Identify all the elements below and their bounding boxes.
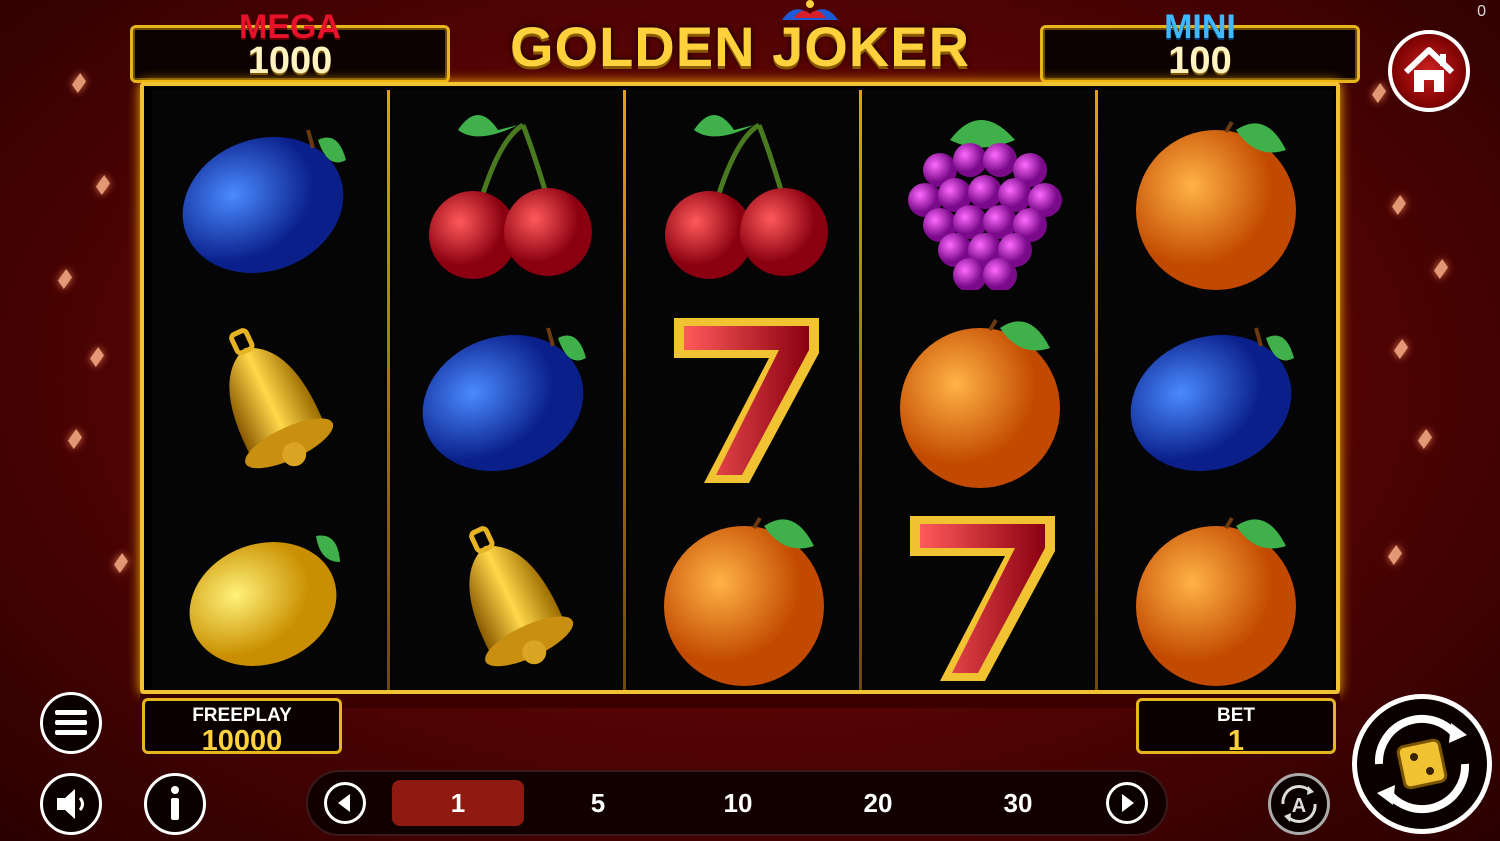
- bet-label: BET: [1217, 705, 1255, 726]
- home-button[interactable]: [1388, 30, 1470, 112]
- menu-button[interactable]: [40, 692, 102, 754]
- cherry-symbol-icon: [408, 100, 608, 290]
- grapes-symbol-icon: [880, 100, 1080, 292]
- spin-button[interactable]: [1352, 694, 1492, 834]
- reel-area: [140, 82, 1340, 694]
- orange-symbol-icon: [880, 298, 1080, 488]
- orange-symbol-icon: [1116, 100, 1316, 290]
- bet-option-5[interactable]: 5: [532, 780, 664, 826]
- mega-jackpot: MEGA 1000: [130, 10, 450, 83]
- sound-button[interactable]: [40, 773, 102, 835]
- sparkle-decoration: [68, 429, 82, 449]
- sparkle-decoration: [72, 73, 86, 93]
- mega-value: 1000: [247, 40, 333, 82]
- chevron-right-icon: [1122, 794, 1134, 812]
- mini-label: MINI: [1164, 8, 1236, 46]
- freeplay-label: FREEPLAY: [192, 705, 292, 726]
- sparkle-decoration: [58, 269, 72, 289]
- prev-bet-button[interactable]: [324, 782, 366, 824]
- sparkle-decoration: [1394, 339, 1408, 359]
- mega-label: MEGA: [239, 8, 341, 46]
- sparkle-decoration: [1392, 195, 1406, 215]
- sparkle-decoration: [1372, 83, 1386, 103]
- sparkle-decoration: [96, 175, 110, 195]
- mini-jackpot: MINI 100: [1040, 10, 1360, 83]
- bet-panel: BET 1: [1136, 698, 1336, 757]
- corner-counter: 0: [1477, 3, 1486, 20]
- bet-selector: 1 5 10 20 30: [306, 770, 1168, 836]
- mini-value: 100: [1168, 40, 1232, 82]
- autoplay-button[interactable]: A: [1268, 773, 1330, 835]
- reel-divider: [623, 90, 626, 690]
- next-bet-button[interactable]: [1106, 782, 1148, 824]
- seven-symbol-icon: [880, 496, 1080, 686]
- plum-symbol-icon: [1116, 298, 1316, 488]
- svg-text:A: A: [1292, 795, 1306, 817]
- reel-divider: [859, 90, 862, 690]
- spin-icon: [1374, 714, 1470, 814]
- reel-divider: [1095, 90, 1098, 690]
- chevron-left-icon: [338, 794, 350, 812]
- plum-symbol-icon: [408, 298, 608, 488]
- sparkle-decoration: [1388, 545, 1402, 565]
- sparkle-decoration: [1418, 429, 1432, 449]
- seven-symbol-icon: [644, 298, 844, 488]
- cherry-symbol-icon: [644, 100, 844, 290]
- reel-divider: [387, 90, 390, 690]
- sparkle-decoration: [90, 347, 104, 367]
- bell-symbol-icon: [408, 496, 608, 686]
- home-icon: [1403, 47, 1455, 92]
- bell-symbol-icon: [168, 298, 368, 488]
- autoplay-icon: A: [1281, 785, 1317, 823]
- bet-option-20[interactable]: 20: [812, 780, 944, 826]
- orange-symbol-icon: [644, 496, 844, 686]
- freeplay-panel: FREEPLAY 10000: [142, 698, 342, 757]
- orange-symbol-icon: [1116, 496, 1316, 686]
- bet-option-30[interactable]: 30: [952, 780, 1084, 826]
- info-icon: [171, 786, 179, 820]
- sparkle-decoration: [114, 553, 128, 573]
- bet-option-10[interactable]: 10: [672, 780, 804, 826]
- freeplay-value: 10000: [201, 725, 283, 757]
- plum-symbol-icon: [168, 100, 368, 290]
- speaker-icon: [57, 789, 84, 819]
- bet-value: 1: [1227, 725, 1245, 757]
- lemon-symbol-icon: [168, 496, 368, 686]
- menu-icon: [55, 710, 87, 735]
- bet-option-1[interactable]: 1: [392, 780, 524, 826]
- info-button[interactable]: [144, 773, 206, 835]
- sparkle-decoration: [1434, 259, 1448, 279]
